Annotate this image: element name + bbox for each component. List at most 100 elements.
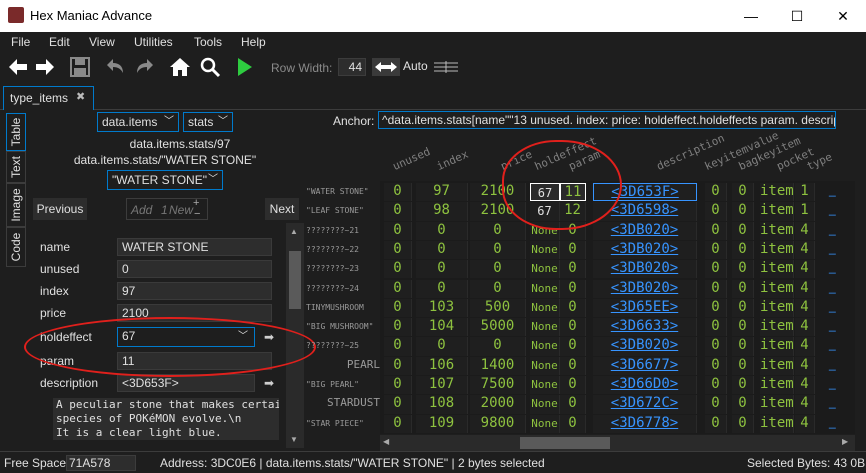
cell-param[interactable]: 0 [560,395,586,414]
auto-width-control[interactable]: Auto [372,58,462,76]
cell-price[interactable]: 0 [470,240,526,260]
cell-keyitemvalue[interactable]: 0 [705,356,727,375]
cell-holdeffect[interactable]: None [530,395,560,414]
free-space-value[interactable]: 71A578 [66,455,136,471]
table-name-dropdown[interactable]: stats ﹀ [183,112,233,132]
row-width-input[interactable]: 44 [338,58,366,76]
cell-holdeffect[interactable]: None [530,376,560,395]
cell-keyitemvalue[interactable]: 0 [705,221,727,240]
minimize-button[interactable]: — [728,0,774,32]
side-tab-code[interactable]: Code [6,227,26,267]
cell-price[interactable]: 9800 [470,414,526,433]
scroll-thumb[interactable] [289,251,301,309]
cell-bagkeyitem[interactable]: 0 [732,221,754,240]
cell-unused[interactable]: 0 [384,260,412,279]
tab-close-icon[interactable]: ✖ [76,90,85,103]
row-label[interactable]: ????????~21 [306,226,380,235]
description-text-area[interactable]: A peculiar stone that makes certai speci… [53,398,279,440]
cell-param[interactable]: 0 [560,376,586,395]
menu-view[interactable]: View [89,35,115,49]
cell-index[interactable]: 0 [416,337,468,356]
cell-type[interactable]: 1 [795,183,815,202]
goto-arrow-icon[interactable]: ➡ [260,374,278,392]
scroll-left-icon[interactable]: ◀ [383,437,389,446]
cell-price[interactable]: 5000 [470,318,526,337]
cell-type[interactable]: 4 [795,298,815,318]
row-label[interactable]: PEARL [306,358,380,371]
scroll-up-icon[interactable]: ▲ [290,227,298,236]
side-tab-table[interactable]: Table [6,113,26,151]
cell-type[interactable]: 4 [795,318,815,337]
table-group-dropdown[interactable]: data.items ﹀ [97,112,179,132]
cell-bagkeyitem[interactable]: 0 [732,414,754,433]
cell-description[interactable]: <3DB020> [593,337,697,356]
scroll-right-icon[interactable]: ▶ [842,437,848,446]
cell-param[interactable]: 0 [560,279,586,298]
cell-unused[interactable]: 0 [384,240,412,260]
cell-keyitemvalue[interactable]: 0 [705,240,727,260]
cell-type[interactable]: 4 [795,279,815,298]
cell-unused[interactable]: 0 [384,221,412,240]
cell-bagkeyitem[interactable]: 0 [732,395,754,414]
cell-holdeffect[interactable]: None [530,279,560,298]
cell-pocket[interactable]: item [760,337,794,356]
cell-index[interactable]: 107 [416,376,468,395]
run-icon[interactable] [232,55,256,79]
cell-holdeffect[interactable]: None [530,356,560,375]
home-icon[interactable] [168,55,192,79]
cell-price[interactable]: 1400 [470,356,526,375]
cell-keyitemvalue[interactable]: 0 [705,202,727,221]
cell-price[interactable]: 2000 [470,395,526,414]
cell-type[interactable]: 4 [795,395,815,414]
cell-unused[interactable]: 0 [384,356,412,375]
cell-bagkeyitem[interactable]: 0 [732,202,754,221]
menu-edit[interactable]: Edit [49,35,70,49]
cell-price[interactable]: 0 [470,260,526,279]
cell-index[interactable]: 109 [416,414,468,433]
cell-bagkeyitem[interactable]: 0 [732,376,754,395]
cell-pocket[interactable]: item [760,395,794,414]
menu-utilities[interactable]: Utilities [134,35,173,49]
cell-description[interactable]: <3DB020> [593,221,697,240]
add-count[interactable]: 1 [161,203,168,217]
cell-bagkeyitem[interactable]: 0 [732,298,754,318]
cell-description[interactable]: <3DB020> [593,279,697,298]
cell-keyitemvalue[interactable]: 0 [705,395,727,414]
field-index-input[interactable]: 97 [117,282,272,300]
cell-description[interactable]: <3DB020> [593,260,697,279]
cell-param[interactable]: 0 [560,260,586,279]
new-button[interactable]: New [169,203,193,217]
cell-bagkeyitem[interactable]: 0 [732,318,754,337]
cell-index[interactable]: 97 [416,183,468,202]
cell-description[interactable]: <3D6778> [593,414,697,433]
next-button[interactable]: Next [265,198,299,220]
cell-pocket[interactable]: item [760,183,794,202]
back-arrow-icon[interactable] [6,55,30,79]
cell-keyitemvalue[interactable]: 0 [705,318,727,337]
cell-index[interactable]: 0 [416,279,468,298]
redo-icon[interactable] [133,55,157,79]
field-unused-input[interactable]: 0 [117,260,272,278]
cell-index[interactable]: 98 [416,202,468,221]
cell-type[interactable]: 4 [795,356,815,375]
resize-arrows-icon[interactable] [372,58,400,76]
menu-file[interactable]: File [11,35,30,49]
row-label[interactable]: "BIG PEARL" [306,380,380,389]
cell-bagkeyitem[interactable]: 0 [732,337,754,356]
cell-holdeffect[interactable]: None [530,240,560,260]
cell-type[interactable]: 4 [795,221,815,240]
cell-type[interactable]: 4 [795,337,815,356]
cell-param[interactable]: 0 [560,240,586,260]
cell-pocket[interactable]: item [760,414,794,433]
cell-bagkeyitem[interactable]: 0 [732,260,754,279]
cell-description[interactable]: <3D672C> [593,395,697,414]
cell-index[interactable]: 0 [416,221,468,240]
cell-type[interactable]: 4 [795,414,815,433]
row-label[interactable]: "BIG MUSHROOM" [306,322,380,331]
cell-keyitemvalue[interactable]: 0 [705,260,727,279]
menu-tools[interactable]: Tools [194,35,222,49]
cell-param[interactable]: 0 [560,337,586,356]
row-label[interactable]: ????????~23 [306,264,380,273]
menu-help[interactable]: Help [241,35,266,49]
cell-holdeffect[interactable]: None [530,298,560,318]
